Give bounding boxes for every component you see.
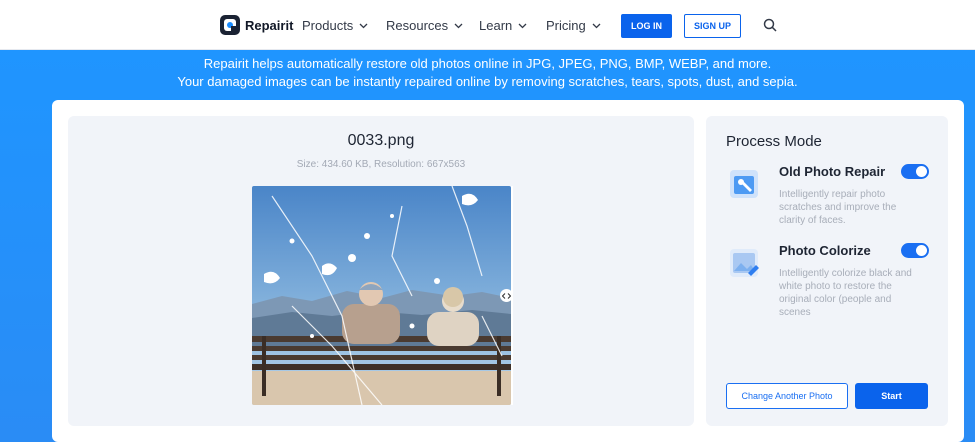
process-mode-title: Process Mode — [726, 133, 822, 150]
login-button[interactable]: LOG IN — [621, 14, 672, 38]
old-photo-image — [252, 186, 511, 405]
nav-pricing[interactable]: Pricing — [546, 18, 601, 33]
start-button[interactable]: Start — [855, 383, 928, 409]
change-another-photo-button[interactable]: Change Another Photo — [726, 383, 848, 409]
nav-resources-label: Resources — [386, 18, 449, 33]
signup-button[interactable]: SIGN UP — [684, 14, 741, 38]
repair-card: 0033.png Size: 434.60 KB, Resolution: 66… — [52, 100, 964, 442]
compare-slider-handle[interactable] — [500, 289, 513, 302]
mode-title: Photo Colorize — [779, 243, 871, 258]
hero-description-line-2: Your damaged images can be instantly rep… — [177, 74, 798, 89]
arrows-horizontal-icon — [502, 292, 511, 299]
mode-title: Old Photo Repair — [779, 164, 886, 179]
nav-learn-label: Learn — [479, 18, 513, 33]
photo-colorize-icon — [730, 249, 759, 277]
preview-panel: 0033.png Size: 434.60 KB, Resolution: 66… — [68, 116, 694, 426]
chevron-down-icon — [518, 23, 527, 28]
chevron-down-icon — [454, 23, 463, 28]
chevron-down-icon — [592, 23, 601, 28]
file-meta: Size: 434.60 KB, Resolution: 667x563 — [296, 159, 466, 170]
photo-preview — [252, 186, 511, 405]
top-nav: Repairit Products Resources Learn Pricin… — [0, 0, 975, 50]
photo-repair-icon — [730, 170, 758, 198]
brand-name: Repairit — [245, 17, 294, 33]
hero-description-line-1: Repairit helps automatically restore old… — [203, 56, 772, 71]
mode-description: Intelligently repair photo scratches and… — [779, 189, 897, 226]
file-name: 0033.png — [347, 132, 415, 149]
nav-products-label: Products — [302, 18, 354, 33]
chevron-down-icon — [359, 23, 368, 28]
nav-products[interactable]: Products — [302, 18, 368, 33]
nav-resources[interactable]: Resources — [386, 18, 463, 33]
mode-description: Intelligently colorize black and white p… — [779, 268, 912, 318]
photo-colorize-toggle[interactable] — [901, 243, 929, 258]
old-photo-repair-toggle[interactable] — [901, 164, 929, 179]
nav-pricing-label: Pricing — [546, 18, 586, 33]
brand-logo[interactable]: Repairit — [220, 15, 293, 35]
nav-learn[interactable]: Learn — [479, 18, 527, 33]
repairit-logo-icon — [220, 15, 240, 35]
search-icon[interactable] — [763, 18, 777, 32]
process-mode-panel: Process Mode Old Photo Repair Intelligen… — [706, 116, 948, 426]
